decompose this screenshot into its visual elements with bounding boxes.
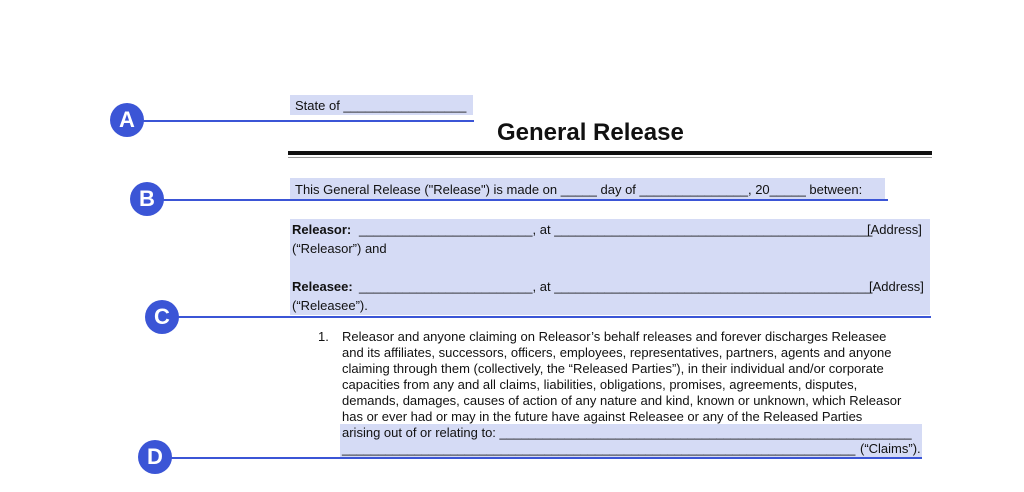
title-rule-thin [288,157,932,158]
clause-line: capacities from any and all claims, liab… [342,377,858,392]
releasor-label: Releasor: [292,222,352,237]
callout-c-line [175,316,931,318]
clause-line: and its affiliates, successors, officers… [342,345,892,360]
callout-c-badge[interactable]: C [145,300,179,334]
clause-line: demands, damages, causes of action of an… [342,393,902,408]
clause-line: has or ever had or may in the future hav… [342,409,863,424]
releasee-role: (“Releasee”). [292,298,368,313]
callout-d-badge[interactable]: D [138,440,172,474]
clause-line: Releasor and anyone claiming on Releasor… [342,329,887,344]
callout-a-line [140,120,474,122]
arising-field[interactable]: arising out of or relating to: _________… [342,425,912,440]
releasee-name-field[interactable]: ________________________, at ___________… [359,279,872,294]
callout-b-badge[interactable]: B [130,182,164,216]
releasee-label: Releasee: [292,279,353,294]
document-title: General Release [497,119,684,146]
clause-paragraph: Releasor and anyone claiming on Releasor… [342,329,901,425]
title-rule [288,151,932,155]
callout-a-badge[interactable]: A [110,103,144,137]
clause-line: claiming through them (collectively, the… [342,361,884,376]
state-field[interactable]: State of _________________ [295,98,466,113]
claims-label: (“Claims”). [860,441,921,456]
intro-text[interactable]: This General Release ("Release") is made… [295,182,862,197]
releasor-address-label: [Address] [867,222,922,237]
releasee-address-label: [Address] [869,279,924,294]
clause-number: 1. [318,329,329,344]
callout-d-line [170,457,922,459]
releasor-role: (“Releasor”) and [292,241,387,256]
callout-b-line [160,199,888,201]
claims-field[interactable]: ________________________________________… [342,441,855,456]
releasor-name-field[interactable]: ________________________, at ___________… [359,222,872,237]
